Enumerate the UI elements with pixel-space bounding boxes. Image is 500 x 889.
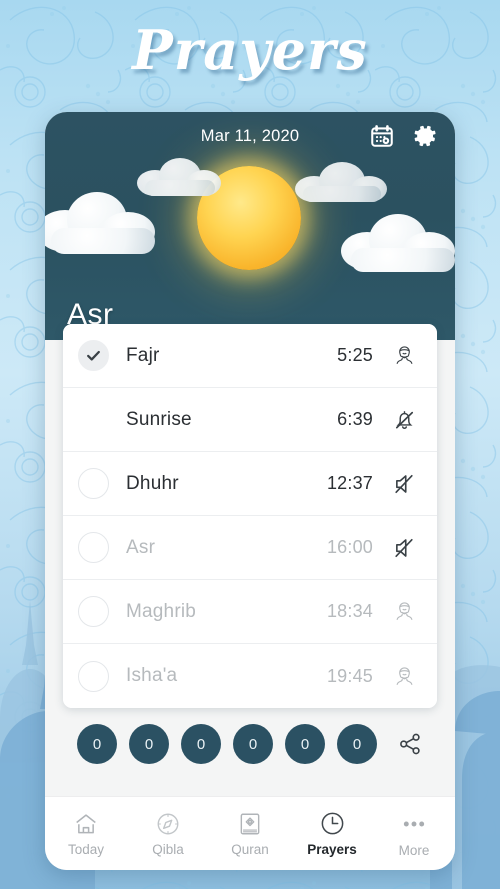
mute-icon[interactable] bbox=[389, 535, 419, 561]
clock-icon bbox=[319, 810, 346, 837]
prayer-check-maghrib[interactable] bbox=[78, 596, 126, 627]
gear-icon[interactable] bbox=[411, 122, 439, 150]
share-icon[interactable] bbox=[397, 731, 423, 757]
cloud-right bbox=[341, 212, 455, 272]
prayer-name: Maghrib bbox=[126, 600, 197, 622]
nav-item-prayers[interactable]: Prayers bbox=[291, 797, 373, 870]
empty-circle bbox=[78, 596, 109, 627]
calendar-icon[interactable] bbox=[369, 123, 395, 149]
no-circle bbox=[78, 404, 109, 435]
prayer-time: 5:25 bbox=[337, 345, 373, 365]
more-icon bbox=[400, 810, 428, 838]
prayer-check-asr[interactable] bbox=[78, 532, 126, 563]
book-icon bbox=[237, 811, 263, 837]
nav-label: More bbox=[398, 842, 430, 858]
nav-label: Quran bbox=[231, 841, 269, 857]
prayer-list-card: Fajr 5:25 Sunrise 6:39 Dhuhr 12:37 Asr 1… bbox=[63, 324, 437, 708]
page-title: Prayers bbox=[132, 18, 368, 82]
nav-item-qibla[interactable]: Qibla bbox=[127, 797, 209, 870]
prayer-name: Isha'a bbox=[126, 665, 178, 686]
bell-off-icon[interactable] bbox=[389, 407, 419, 432]
prayer-time: 16:00 bbox=[326, 537, 373, 557]
counter-chip[interactable]: 0 bbox=[77, 724, 117, 764]
prayer-list-wrapper: Fajr 5:25 Sunrise 6:39 Dhuhr 12:37 Asr 1… bbox=[63, 324, 437, 708]
prayer-row-dhuhr[interactable]: Dhuhr 12:37 bbox=[63, 452, 437, 516]
counter-chip[interactable]: 0 bbox=[337, 724, 377, 764]
checked-circle bbox=[78, 340, 109, 371]
prayer-check-sunrise bbox=[78, 404, 126, 435]
prayer-row-ishaa[interactable]: Isha'a 19:45 bbox=[63, 644, 437, 708]
prayer-row-maghrib[interactable]: Maghrib 18:34 bbox=[63, 580, 437, 644]
bottom-navigation: Today Qibla Quran Prayers More bbox=[45, 796, 455, 870]
counter-chip[interactable]: 0 bbox=[181, 724, 221, 764]
mute-icon[interactable] bbox=[389, 471, 419, 497]
hero-topbar: Mar 11, 2020 bbox=[45, 112, 455, 160]
nav-item-more[interactable]: More bbox=[373, 797, 455, 870]
hero-header: Mar 11, 2020 Asr bbox=[45, 112, 455, 340]
prayer-time: 18:34 bbox=[326, 601, 373, 621]
compass-icon bbox=[155, 811, 181, 837]
counter-chip[interactable]: 0 bbox=[285, 724, 325, 764]
app-window: Mar 11, 2020 Asr Fajr 5:25 Sunrise 6:39 … bbox=[45, 112, 455, 870]
prayer-check-ishaa[interactable] bbox=[78, 660, 126, 692]
prayer-name: Dhuhr bbox=[126, 472, 179, 494]
counter-chip[interactable]: 0 bbox=[233, 724, 273, 764]
adhan-icon[interactable] bbox=[389, 343, 419, 368]
adhan-icon[interactable] bbox=[389, 664, 419, 689]
counter-chip[interactable]: 0 bbox=[129, 724, 169, 764]
prayer-time: 12:37 bbox=[326, 473, 373, 493]
prayer-check-dhuhr[interactable] bbox=[78, 468, 126, 499]
nav-label: Qibla bbox=[152, 841, 184, 857]
check-icon bbox=[87, 350, 100, 361]
nav-item-quran[interactable]: Quran bbox=[209, 797, 291, 870]
cloud-upper-right bbox=[295, 160, 391, 202]
empty-circle bbox=[78, 468, 109, 499]
nav-label: Prayers bbox=[307, 842, 357, 857]
cloud-left bbox=[45, 188, 167, 254]
nav-item-today[interactable]: Today bbox=[45, 797, 127, 870]
prayer-check-fajr[interactable] bbox=[78, 340, 126, 371]
prayer-name: Asr bbox=[126, 536, 156, 558]
counter-row: 0 0 0 0 0 0 bbox=[45, 708, 455, 774]
cloud-upper-left bbox=[137, 156, 225, 196]
prayer-row-asr[interactable]: Asr 16:00 bbox=[63, 516, 437, 580]
adhan-icon[interactable] bbox=[389, 599, 419, 624]
empty-circle bbox=[78, 532, 109, 563]
prayer-row-sunrise[interactable]: Sunrise 6:39 bbox=[63, 388, 437, 452]
prayer-row-fajr[interactable]: Fajr 5:25 bbox=[63, 324, 437, 388]
prayer-name: Fajr bbox=[126, 344, 160, 366]
prayer-name: Sunrise bbox=[126, 408, 192, 430]
prayer-time: 6:39 bbox=[337, 409, 373, 429]
prayer-time: 19:45 bbox=[326, 665, 373, 686]
nav-label: Today bbox=[67, 841, 105, 857]
home-icon bbox=[73, 811, 99, 837]
empty-circle bbox=[78, 660, 109, 692]
